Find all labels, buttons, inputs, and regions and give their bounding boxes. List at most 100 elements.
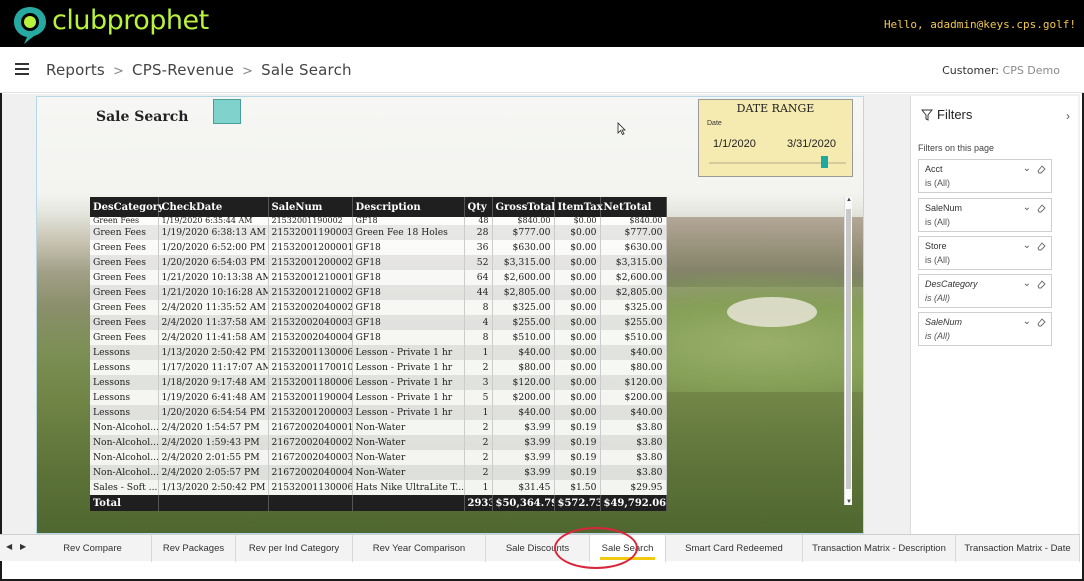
chevron-down-icon[interactable]: ⌄ bbox=[1023, 202, 1031, 213]
eraser-icon[interactable] bbox=[1036, 203, 1046, 213]
table-cell: GF18 bbox=[352, 330, 465, 345]
table-row[interactable]: Green Fees 2/4/2020 11:35:52 AM 2153200204… bbox=[90, 300, 667, 315]
table-cell: $31.45 bbox=[492, 480, 555, 495]
table-cell: Lesson - Private 1 hr bbox=[352, 405, 465, 420]
column-header[interactable]: GrossTotal bbox=[492, 197, 555, 217]
filters-title: Filters bbox=[937, 107, 973, 122]
table-cell: 2 bbox=[464, 360, 493, 375]
table-row[interactable]: Green Fees 1/19/2020 6:35:44 AM 2153200119… bbox=[90, 217, 667, 225]
page-tab[interactable]: Rev Year Comparison bbox=[353, 535, 486, 562]
filter-card-value: is (All) bbox=[925, 178, 950, 188]
table-cell: GF18 bbox=[352, 240, 465, 255]
column-header[interactable]: Description bbox=[352, 197, 465, 217]
table-cell: 21532001190003 bbox=[268, 225, 353, 240]
table-cell: 21532002040003 bbox=[268, 315, 353, 330]
table-row[interactable]: Green Fees 2/4/2020 11:37:58 AM 2153200204… bbox=[90, 315, 667, 330]
user-greeting[interactable]: Hello, adadmin@keys.cps.golf! bbox=[884, 18, 1076, 31]
column-header[interactable]: SaleNum bbox=[268, 197, 353, 217]
table-cell: 21532001200003 bbox=[268, 405, 353, 420]
table-cell: 8 bbox=[464, 300, 493, 315]
filter-card[interactable]: SaleNum is (All) ⌄ bbox=[918, 312, 1052, 346]
breadcrumb-cps-revenue[interactable]: CPS-Revenue bbox=[132, 61, 234, 79]
table-row[interactable]: Non-Alcohol... 2/4/2020 1:54:57 PM 2167200… bbox=[90, 420, 667, 435]
breadcrumb-reports[interactable]: Reports bbox=[46, 61, 105, 79]
total-cell: $50,364.79 bbox=[492, 495, 555, 511]
filter-card[interactable]: DesCategory is (All) ⌄ bbox=[918, 274, 1052, 308]
table-cell: 2 bbox=[464, 465, 493, 480]
table-row[interactable]: Green Fees 1/21/2020 10:16:28 AM 215320012… bbox=[90, 285, 667, 300]
eraser-icon[interactable] bbox=[1036, 279, 1046, 289]
chevron-down-icon[interactable]: ⌄ bbox=[1023, 163, 1031, 174]
table-row[interactable]: Lessons 1/19/2020 6:41:48 AM 2153200119000… bbox=[90, 390, 667, 405]
table-row[interactable]: Green Fees 2/4/2020 11:41:58 AM 2153200204… bbox=[90, 330, 667, 345]
filter-card[interactable]: SaleNum is (All) ⌄ bbox=[918, 198, 1052, 232]
table-row[interactable]: Green Fees 1/20/2020 6:54:03 PM 2153200120… bbox=[90, 255, 667, 270]
column-header[interactable]: CheckDate bbox=[158, 197, 269, 217]
table-cell: Green Fees bbox=[90, 285, 159, 300]
teal-shape[interactable] bbox=[213, 99, 241, 124]
table-cell: 1 bbox=[464, 480, 493, 495]
table-row[interactable]: Lessons 1/20/2020 6:54:54 PM 2153200120000… bbox=[90, 405, 667, 420]
eraser-icon[interactable] bbox=[1036, 317, 1046, 327]
table-cell: $40.00 bbox=[492, 345, 555, 360]
customer-value[interactable]: CPS Demo bbox=[1003, 64, 1060, 77]
table-row[interactable]: Lessons 1/18/2020 9:17:48 AM 2153200118000… bbox=[90, 375, 667, 390]
table-row[interactable]: Non-Alcohol... 2/4/2020 2:05:57 PM 2167200… bbox=[90, 465, 667, 480]
scroll-down-icon[interactable]: ▼ bbox=[845, 499, 853, 505]
table-cell: $0.00 bbox=[554, 217, 601, 225]
table-cell: 21672002040002 bbox=[268, 435, 353, 450]
chevron-down-icon[interactable]: ⌄ bbox=[1023, 240, 1031, 251]
scrollbar-thumb[interactable] bbox=[846, 209, 851, 489]
column-header[interactable]: Qty bbox=[464, 197, 493, 217]
filter-card[interactable]: Store is (All) ⌄ bbox=[918, 236, 1052, 270]
filter-card[interactable]: Acct is (All) ⌄ bbox=[918, 159, 1052, 193]
table-row[interactable]: Lessons 1/17/2020 11:17:07 AM 215320011700… bbox=[90, 360, 667, 375]
table-row[interactable]: Sales - Soft ... 1/13/2020 2:50:42 PM 2153… bbox=[90, 480, 667, 495]
page-tab[interactable]: Rev Compare bbox=[34, 535, 152, 562]
date-to-input[interactable]: 3/31/2020 bbox=[787, 138, 836, 150]
table-cell: 1/19/2020 6:38:13 AM bbox=[158, 225, 269, 240]
tab-prev-icon[interactable]: ◀ bbox=[6, 542, 12, 551]
page-tab[interactable]: Transaction Matrix - Date bbox=[956, 535, 1080, 562]
table-cell: 2/4/2020 2:05:57 PM bbox=[158, 465, 269, 480]
table-cell: $3,315.00 bbox=[600, 255, 667, 270]
tab-next-icon[interactable]: ▶ bbox=[20, 542, 26, 551]
table-row[interactable]: Lessons 1/13/2020 2:50:42 PM 2153200113000… bbox=[90, 345, 667, 360]
date-range-slicer[interactable]: DATE RANGE Date 1/1/2020 3/31/2020 bbox=[698, 99, 853, 177]
table-cell: $40.00 bbox=[492, 405, 555, 420]
filter-card-name: Store bbox=[925, 241, 947, 251]
chevron-down-icon[interactable]: ⌄ bbox=[1023, 278, 1031, 289]
page-tab[interactable]: Rev Packages bbox=[152, 535, 236, 562]
page-tab[interactable]: Transaction Matrix - Description bbox=[803, 535, 956, 562]
date-slider-handle[interactable] bbox=[821, 156, 828, 168]
chevron-right-icon[interactable]: › bbox=[1066, 109, 1070, 123]
table-cell: $0.00 bbox=[554, 225, 601, 240]
chevron-down-icon[interactable]: ⌄ bbox=[1023, 316, 1031, 327]
table-row[interactable]: Green Fees 1/21/2020 10:13:38 AM 215320012… bbox=[90, 270, 667, 285]
table-scrollbar[interactable]: ▲ ▼ bbox=[844, 197, 852, 505]
table-cell: 1/19/2020 6:41:48 AM bbox=[158, 390, 269, 405]
table-row[interactable]: Non-Alcohol... 2/4/2020 2:01:55 PM 2167200… bbox=[90, 450, 667, 465]
table-cell: 1/20/2020 6:54:54 PM bbox=[158, 405, 269, 420]
scroll-up-icon[interactable]: ▲ bbox=[845, 197, 853, 203]
table-cell: Non-Water bbox=[352, 420, 465, 435]
table-cell: 21532001210001 bbox=[268, 270, 353, 285]
page-tab[interactable]: Smart Card Redeemed bbox=[666, 535, 803, 562]
eraser-icon[interactable] bbox=[1036, 241, 1046, 251]
column-header[interactable]: NetTotal bbox=[600, 197, 667, 217]
column-header[interactable]: DesCategory bbox=[90, 197, 164, 217]
page-tab[interactable]: Rev per Ind Category bbox=[236, 535, 353, 562]
date-from-input[interactable]: 1/1/2020 bbox=[713, 138, 756, 150]
eraser-icon[interactable] bbox=[1036, 164, 1046, 174]
table-cell: $3.99 bbox=[492, 465, 555, 480]
table-row[interactable]: Non-Alcohol... 2/4/2020 1:59:43 PM 2167200… bbox=[90, 435, 667, 450]
table-row[interactable]: Green Fees 1/19/2020 6:38:13 AM 2153200119… bbox=[90, 225, 667, 240]
table-cell: GF18 bbox=[352, 255, 465, 270]
column-header[interactable]: ItemTax bbox=[554, 197, 603, 217]
hamburger-menu-icon[interactable] bbox=[15, 63, 29, 75]
clubprophet-logo[interactable]: clubprophet bbox=[10, 3, 210, 45]
table-row[interactable]: Green Fees 1/20/2020 6:52:00 PM 2153200120… bbox=[90, 240, 667, 255]
table-cell: $40.00 bbox=[600, 345, 667, 360]
table-cell: 1/17/2020 11:17:07 AM bbox=[158, 360, 269, 375]
mouse-cursor-icon bbox=[617, 122, 626, 135]
